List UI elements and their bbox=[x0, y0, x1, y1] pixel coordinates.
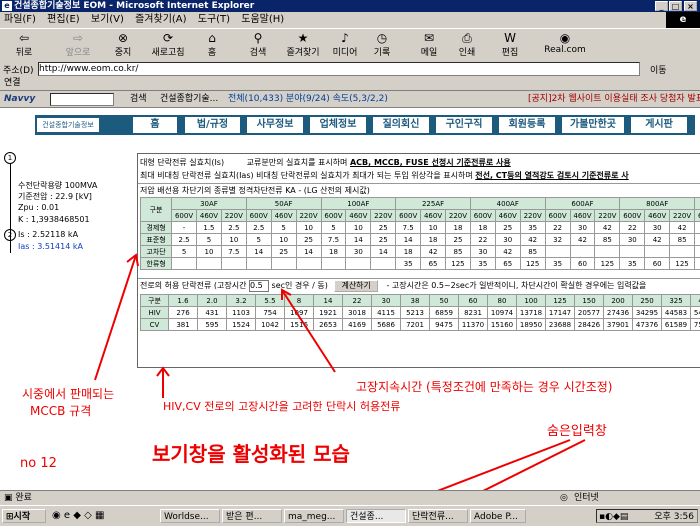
annotation-mccb-2: MCCB 규격 bbox=[30, 402, 91, 419]
internet-zone-icon: ◎ bbox=[560, 491, 568, 505]
annotation-mccb-1: 시중에서 판매되는 bbox=[22, 385, 114, 402]
task-adobe[interactable]: Adobe P... bbox=[470, 509, 526, 523]
arrow-to-breaker-table bbox=[95, 255, 136, 380]
annotation-hivcv: HIV,CV 전로의 고장시간을 고려한 단락시 허용전류 bbox=[163, 398, 400, 414]
status-text: 완료 bbox=[15, 493, 32, 503]
taskbar: ⊞시작 ◉ e ◆ ◇ ▦ Worldse... 받은 편... ma_meg.… bbox=[0, 505, 700, 526]
annotation-viewwin: 보기창을 활성화된 모습 bbox=[152, 438, 350, 467]
task-inbox[interactable]: 받은 편... bbox=[222, 509, 282, 523]
start-button[interactable]: ⊞시작 bbox=[2, 509, 46, 523]
tray-icons[interactable]: ▪◐◆▤ bbox=[599, 512, 628, 522]
status-bar: ▣ 완료 ◎ 인터넷 bbox=[0, 490, 700, 505]
annotation-number: no 12 bbox=[20, 456, 57, 471]
annotation-fault: 고장지속시간 (특정조건에 만족하는 경우 시간조정) bbox=[356, 378, 612, 395]
system-tray: ▪◐◆▤ 오후 3:56 bbox=[596, 509, 698, 523]
quicklaunch-icons[interactable]: ◉ e ◆ ◇ ▦ bbox=[52, 510, 104, 521]
task-eom[interactable]: 건설종... bbox=[346, 509, 406, 523]
arrow-to-fault-input bbox=[282, 290, 335, 372]
annotation-hidden: 숨은입력창 bbox=[547, 420, 607, 439]
task-short-circuit[interactable]: 단락전류... bbox=[408, 509, 468, 523]
zone-text: 인터넷 bbox=[574, 491, 599, 505]
task-ma-meg[interactable]: ma_meg... bbox=[284, 509, 344, 523]
clock: 오후 3:56 bbox=[654, 510, 694, 524]
windows-icon: ⊞ bbox=[6, 512, 14, 522]
page-icon: ▣ bbox=[4, 493, 13, 503]
task-worldse[interactable]: Worldse... bbox=[160, 509, 220, 523]
